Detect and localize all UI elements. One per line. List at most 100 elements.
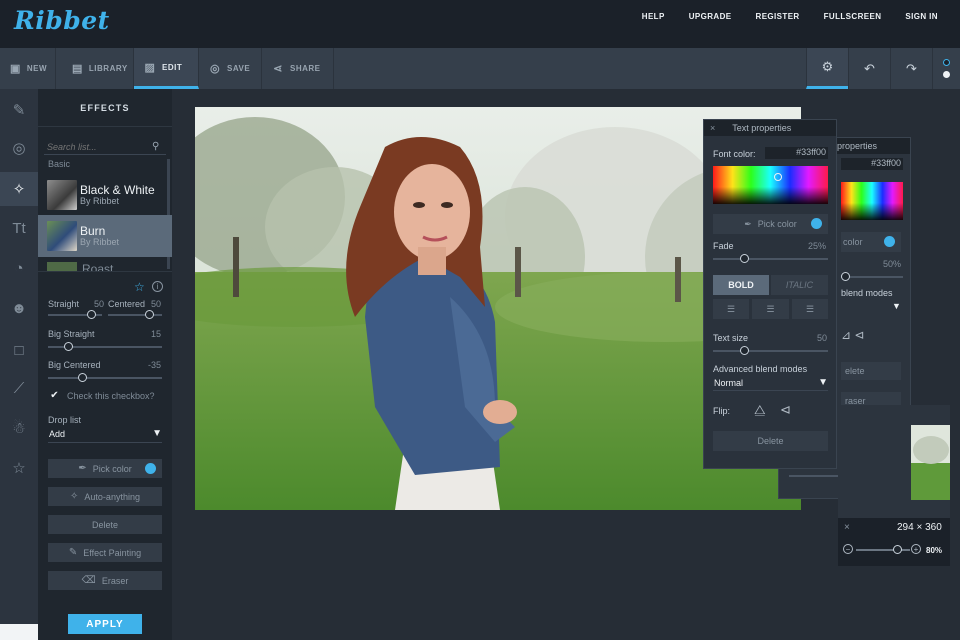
flip-icons[interactable]: ⊿ ⊲ (841, 328, 864, 342)
share-label: SHARE (290, 64, 321, 73)
chevron-down-icon[interactable]: ▼ (892, 301, 901, 311)
ribbet-logo[interactable]: Ribbet (14, 6, 110, 35)
align-center-icon: ☰ (766, 304, 774, 315)
eraser-button[interactable]: ⌫ Eraser (48, 571, 162, 590)
pencil-icon[interactable]: ✎ (0, 96, 38, 124)
effect-painting-button[interactable]: ✎ Effect Painting (48, 543, 162, 562)
divider (38, 271, 172, 272)
library-button[interactable]: ▤LIBRARY (62, 48, 134, 89)
redo-button[interactable]: ↷ (890, 48, 932, 89)
frame-icon[interactable]: □ (0, 336, 38, 364)
settings-button[interactable]: ⚙ (806, 48, 848, 89)
straight-slider-handle[interactable] (87, 310, 96, 319)
search-icon[interactable]: ⚲ (152, 141, 159, 152)
drop-list-select[interactable]: Add ▼ (48, 428, 162, 443)
drop-list-value: Add (49, 429, 65, 439)
new-icon: ▣ (10, 63, 21, 75)
divider (38, 126, 172, 127)
fade-slider-track[interactable] (841, 276, 903, 278)
blend-mode-select[interactable]: Normal ▼ (713, 376, 828, 391)
brush-icon[interactable]: ⟋ (0, 374, 38, 402)
big-centered-slider-track[interactable] (48, 377, 162, 379)
magic-wand-icon[interactable]: ✧ (0, 175, 38, 203)
zoom-slider-handle[interactable] (893, 545, 902, 554)
upgrade-link[interactable]: UPGRADE (677, 12, 744, 21)
fullscreen-link[interactable]: FULLSCREEN (812, 12, 894, 21)
effect-black-white[interactable]: Black & White By Ribbet (38, 174, 172, 216)
check-circle-icon[interactable]: ◎ (0, 134, 38, 162)
effects-search-input[interactable] (44, 139, 166, 155)
navigator-thumbnail[interactable] (911, 425, 950, 500)
edit-label: EDIT (162, 63, 182, 72)
pick-color-button[interactable]: ✒ Pick color (713, 214, 828, 234)
dark-theme-dot[interactable] (943, 59, 950, 66)
fade-slider-handle[interactable] (841, 272, 850, 281)
text-size-slider-track[interactable] (713, 350, 828, 352)
color-swatch[interactable] (145, 463, 156, 474)
color-swatch[interactable] (811, 218, 822, 229)
zoom-in-icon[interactable]: + (911, 544, 921, 554)
centered-slider-handle[interactable] (145, 310, 154, 319)
sticker-icon[interactable]: ◔ (0, 254, 38, 282)
align-center-button[interactable]: ☰ (752, 299, 789, 319)
pick-color-button[interactable]: color (841, 232, 901, 252)
auto-anything-button[interactable]: ✧ Auto-anything (48, 487, 162, 506)
effect-checkbox[interactable]: ✔ (48, 389, 61, 402)
undo-button[interactable]: ↶ (848, 48, 890, 89)
fade-slider-handle[interactable] (740, 254, 749, 263)
theme-toggle[interactable] (932, 48, 960, 89)
color-picker-handle[interactable] (774, 173, 782, 181)
delete-text-button[interactable]: Delete (713, 431, 828, 451)
delete-button[interactable]: elete (841, 362, 901, 380)
align-left-button[interactable]: ☰ (713, 299, 749, 319)
fade-label: Fade (713, 241, 734, 251)
touchup-icon[interactable]: ☻ (0, 294, 38, 322)
bold-button[interactable]: BOLD (713, 275, 769, 295)
sign-in-link[interactable]: SIGN IN (893, 12, 950, 21)
star-icon[interactable]: ☆ (0, 454, 38, 482)
align-right-button[interactable]: ☰ (792, 299, 828, 319)
text-size-label: Text size (713, 333, 748, 343)
favorite-star-icon[interactable]: ☆ (134, 280, 145, 294)
fade-slider-track[interactable] (713, 258, 828, 260)
magic-wand-icon: ✧ (70, 491, 78, 502)
effect-text: Black & White By Ribbet (77, 184, 155, 206)
text-size-slider-handle[interactable] (740, 346, 749, 355)
share-button[interactable]: ⋖SHARE (262, 48, 334, 89)
color-swatch[interactable] (884, 236, 895, 247)
blend-mode-value: Normal (714, 378, 743, 388)
delete-button[interactable]: Delete (48, 515, 162, 534)
seasonal-icon[interactable]: ☃ (0, 414, 38, 442)
top-bar (0, 0, 960, 48)
effect-burn[interactable]: Burn By Ribbet (38, 215, 172, 257)
edit-tab[interactable]: ▨EDIT (134, 48, 199, 89)
big-straight-slider-handle[interactable] (64, 342, 73, 351)
zoom-out-icon[interactable]: − (843, 544, 853, 554)
flip-vertical-icon[interactable]: ⊲ (780, 402, 791, 418)
light-theme-dot[interactable] (943, 71, 950, 78)
color-spectrum[interactable] (713, 166, 828, 204)
font-color-hex[interactable]: #33ff00 (765, 147, 828, 159)
help-link[interactable]: HELP (630, 12, 677, 21)
italic-button[interactable]: ITALIC (771, 275, 828, 295)
new-button[interactable]: ▣NEW (0, 48, 56, 89)
close-icon[interactable]: × (844, 522, 850, 533)
save-button[interactable]: ◎SAVE (199, 48, 262, 89)
color-hex-value[interactable]: #33ff00 (841, 158, 903, 170)
text-icon[interactable]: Tt (0, 214, 38, 242)
blend-modes-label: Advanced blend modes (713, 364, 807, 374)
rail-footer (0, 624, 38, 640)
flip-horizontal-icon[interactable]: ⧋ (754, 402, 766, 418)
register-link[interactable]: REGISTER (744, 12, 812, 21)
color-spectrum[interactable] (841, 182, 903, 220)
close-icon[interactable]: × (710, 123, 715, 133)
chevron-down-icon: ▼ (152, 428, 162, 439)
redo-icon: ↷ (906, 61, 917, 77)
info-icon[interactable]: i (152, 281, 163, 292)
apply-button[interactable]: APPLY (68, 614, 142, 634)
effects-title: EFFECTS (38, 103, 172, 113)
thumbnail-image (911, 425, 950, 500)
effect-roast[interactable]: Roast (38, 258, 172, 272)
big-centered-slider-handle[interactable] (78, 373, 87, 382)
pick-color-button[interactable]: ✒ Pick color (48, 459, 162, 478)
